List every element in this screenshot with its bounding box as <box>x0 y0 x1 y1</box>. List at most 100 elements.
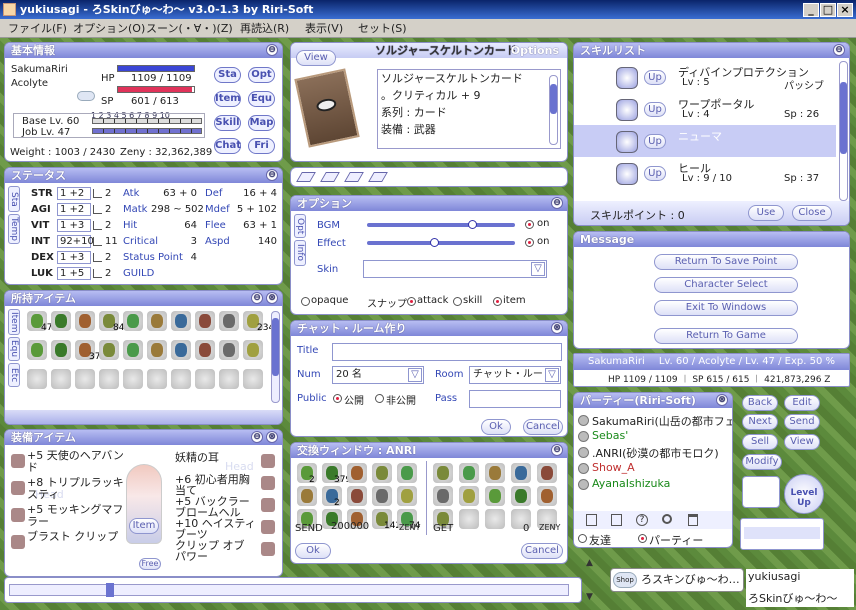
inventory-slot[interactable] <box>147 369 167 389</box>
equ-button[interactable]: Equ <box>248 91 275 107</box>
skill-up-button[interactable]: Up <box>644 166 666 181</box>
skill-row[interactable]: Up ディバインプロテクション Lv : 5 パッシブ <box>574 61 836 93</box>
minimize-icon[interactable]: ⊖ <box>266 44 278 56</box>
trade-send-slot[interactable] <box>297 486 317 506</box>
inventory-slot[interactable] <box>51 340 71 360</box>
bgm-slider[interactable] <box>367 220 515 229</box>
chat-scroll-up-icon[interactable]: ▲ <box>586 558 593 568</box>
stat-up-arrow[interactable] <box>93 221 102 230</box>
equip-name[interactable]: +6 初心者用胸当て <box>175 474 257 496</box>
stat-up-arrow[interactable] <box>93 237 102 246</box>
trade-get-slot[interactable] <box>459 486 479 506</box>
skill-close-button[interactable]: Close <box>792 205 832 221</box>
inventory-slot[interactable] <box>123 340 143 360</box>
trade-get-slot[interactable] <box>511 486 531 506</box>
opaque-radio[interactable] <box>301 297 310 306</box>
minimize-button[interactable]: _ <box>803 3 819 17</box>
fri-button[interactable]: Fri <box>248 138 275 154</box>
status-header[interactable]: ステータス ⊖ <box>5 168 282 183</box>
free-button[interactable]: Free <box>139 558 161 570</box>
close-icon[interactable]: ⊗ <box>716 394 728 406</box>
inventory-slot[interactable] <box>219 369 239 389</box>
private-radio[interactable] <box>375 394 384 403</box>
menu-soon[interactable]: スーン(・∀・)(Z) <box>146 19 233 38</box>
trade-get-slot[interactable] <box>511 463 531 483</box>
equip-name[interactable]: +8 トリプルラッキ スティ <box>27 477 125 501</box>
chat-cancel-button[interactable]: Cancel <box>523 419 563 435</box>
trade-send-slot[interactable] <box>347 486 367 506</box>
party-header[interactable]: パーティー(Riri-Soft) ⊗ <box>574 393 732 408</box>
trade-send-slot[interactable] <box>397 463 417 483</box>
chevron-down-icon[interactable]: ▽ <box>408 368 422 382</box>
modify-button[interactable]: Modify <box>742 454 782 470</box>
close-icon[interactable]: ⊗ <box>551 322 563 334</box>
bgm-on-radio[interactable] <box>525 220 534 229</box>
chat-input-box[interactable] <box>740 518 824 550</box>
minimize-icon[interactable]: ⊖ <box>251 292 263 304</box>
party-member[interactable]: AyanaIshizuka <box>592 477 670 490</box>
stat-up-arrow[interactable] <box>93 189 102 198</box>
close-icon[interactable]: ⊗ <box>266 431 278 443</box>
item-button[interactable]: Item <box>214 91 241 107</box>
bgm-slider-knob[interactable] <box>467 220 477 229</box>
chat-title-input[interactable] <box>332 343 562 361</box>
inventory-slot[interactable] <box>51 311 71 331</box>
skill-scrollbar[interactable] <box>839 61 848 201</box>
inventory-slot[interactable] <box>171 340 191 360</box>
chat-scroll-down-icon[interactable]: ▼ <box>586 592 593 602</box>
inventory-slot[interactable] <box>123 311 143 331</box>
equip-name[interactable]: クリップ オブ パワー <box>175 540 257 562</box>
basic-info-header[interactable]: 基本情報 ⊖ <box>5 43 282 58</box>
trade-send-slot[interactable] <box>397 486 417 506</box>
card-scrollbar[interactable] <box>549 75 558 145</box>
view-button[interactable]: View <box>296 50 336 66</box>
options-header[interactable]: オプション ⊖ <box>291 196 567 211</box>
inventory-slot[interactable] <box>243 340 263 360</box>
search-icon[interactable] <box>662 514 672 524</box>
trade-cancel-button[interactable]: Cancel <box>521 543 563 559</box>
tab-opt[interactable]: Opt <box>294 214 306 238</box>
tab-item[interactable]: Item <box>8 309 20 335</box>
sta-button[interactable]: Sta <box>214 67 241 83</box>
exit-to-windows-button[interactable]: Exit To Windows <box>654 300 798 316</box>
close-button[interactable]: × <box>837 3 853 17</box>
pass-input[interactable] <box>469 390 561 408</box>
trade-header[interactable]: 交換ウィンドウ : ANRI ⊖ <box>291 443 567 458</box>
chevron-down-icon[interactable]: ▽ <box>545 368 559 382</box>
character-select-button[interactable]: Character Select <box>654 277 798 293</box>
inventory-slot[interactable] <box>171 311 191 331</box>
inventory-slot[interactable] <box>99 340 119 360</box>
menu-reload[interactable]: 再読込(R) <box>240 19 289 38</box>
inventory-slot[interactable] <box>219 340 239 360</box>
back-button[interactable]: Back <box>742 395 778 411</box>
menu-option[interactable]: オプション(O) <box>73 19 145 38</box>
minimize-icon[interactable]: ⊖ <box>551 444 563 456</box>
inventory-slot[interactable] <box>27 340 47 360</box>
slot-icon[interactable] <box>296 172 316 182</box>
tab-temp[interactable]: Temp <box>8 214 20 244</box>
trade-ok-button[interactable]: Ok <box>295 543 331 559</box>
equip-name[interactable]: 妖精の耳 <box>175 452 257 463</box>
trade-get-slot[interactable] <box>537 486 557 506</box>
inventory-slot[interactable] <box>171 369 191 389</box>
send-button[interactable]: Send <box>784 414 820 430</box>
equip-name[interactable]: +10 ヘイスティブーツ <box>175 518 257 540</box>
skill-row[interactable]: Up ワープポータル Lv : 4 Sp : 26 <box>574 93 836 125</box>
return-to-game-button[interactable]: Return To Game <box>654 328 798 344</box>
effect-on-radio[interactable] <box>525 238 534 247</box>
party-member[interactable]: .ANRI(砂漠の都市モロク) <box>592 445 719 461</box>
skill-row[interactable]: Up ヒール Lv : 9 / 10 Sp : 37 <box>574 157 836 189</box>
next-button[interactable]: Next <box>742 414 778 430</box>
friend-radio[interactable] <box>578 534 587 543</box>
memo-icon[interactable] <box>586 514 597 526</box>
item-radio[interactable] <box>493 297 502 306</box>
inventory-slot[interactable] <box>51 369 71 389</box>
menu-file[interactable]: ファイル(F) <box>8 19 67 38</box>
inventory-slot[interactable] <box>195 340 215 360</box>
chat-bar-slider[interactable] <box>9 583 569 597</box>
skill-list-header[interactable]: スキルリスト ⊖ <box>574 43 849 58</box>
tab-etc[interactable]: Etc <box>8 363 20 387</box>
skill-up-button[interactable]: Up <box>644 70 666 85</box>
menu-set[interactable]: セット(S) <box>358 19 407 38</box>
slot-icon[interactable] <box>344 172 364 182</box>
